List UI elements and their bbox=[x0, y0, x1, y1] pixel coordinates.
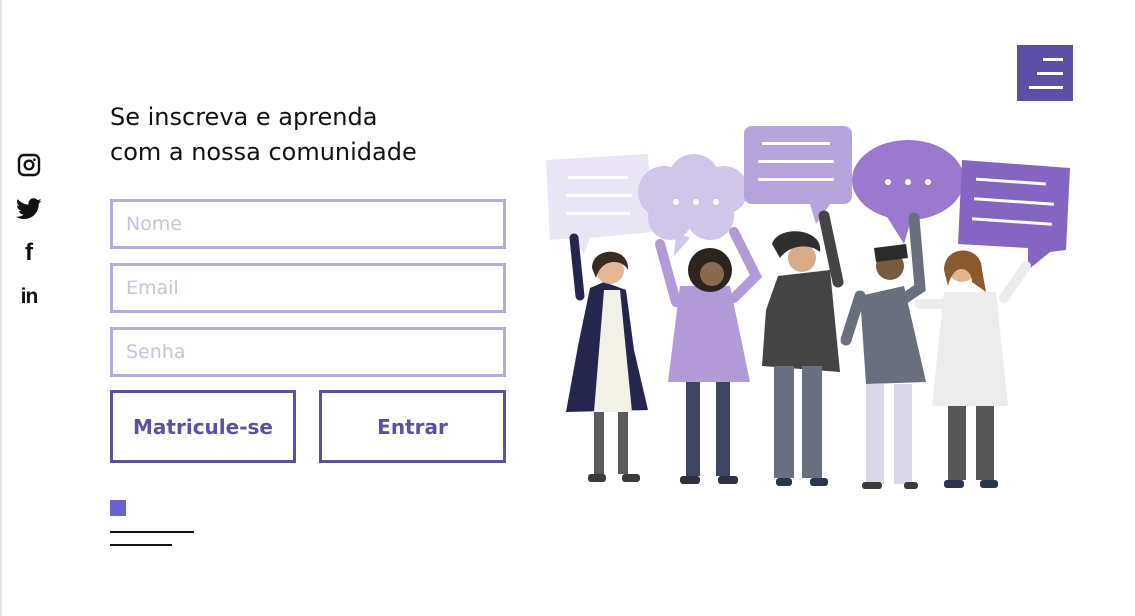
decorative-line bbox=[110, 544, 172, 546]
speech-bubble-icon bbox=[958, 160, 1070, 270]
title-line-1: Se inscreva e aprenda bbox=[110, 103, 378, 131]
signup-button[interactable]: Matricule-se bbox=[110, 390, 296, 463]
person-figure bbox=[655, 227, 763, 484]
page-left-border bbox=[0, 0, 2, 616]
speech-bubble-icon bbox=[744, 126, 852, 224]
menu-line bbox=[1043, 58, 1063, 61]
decorative-square bbox=[110, 500, 126, 516]
speech-bubble-icon bbox=[852, 140, 964, 244]
login-button[interactable]: Entrar bbox=[319, 390, 506, 463]
person-figure bbox=[915, 250, 1031, 488]
linkedin-icon[interactable]: in bbox=[16, 284, 42, 310]
decorative-line bbox=[110, 531, 194, 533]
facebook-icon[interactable]: f bbox=[16, 240, 42, 266]
community-illustration bbox=[546, 126, 1070, 489]
social-links: f in bbox=[16, 152, 42, 328]
name-input[interactable] bbox=[110, 199, 506, 249]
person-figure bbox=[762, 210, 844, 486]
instagram-icon[interactable] bbox=[16, 152, 42, 178]
email-input[interactable] bbox=[110, 263, 506, 313]
speech-bubble-icon bbox=[638, 154, 748, 256]
title-line-2: com a nossa comunidade bbox=[110, 138, 417, 166]
twitter-icon[interactable] bbox=[16, 196, 42, 222]
menu-line bbox=[1037, 72, 1063, 75]
password-input[interactable] bbox=[110, 327, 506, 377]
page-title: Se inscreva e aprenda com a nossa comuni… bbox=[110, 100, 530, 170]
person-figure bbox=[840, 212, 926, 489]
hamburger-menu-button[interactable] bbox=[1017, 45, 1073, 101]
speech-bubble-icon bbox=[546, 154, 652, 254]
person-figure bbox=[566, 233, 648, 482]
menu-line bbox=[1029, 86, 1063, 89]
